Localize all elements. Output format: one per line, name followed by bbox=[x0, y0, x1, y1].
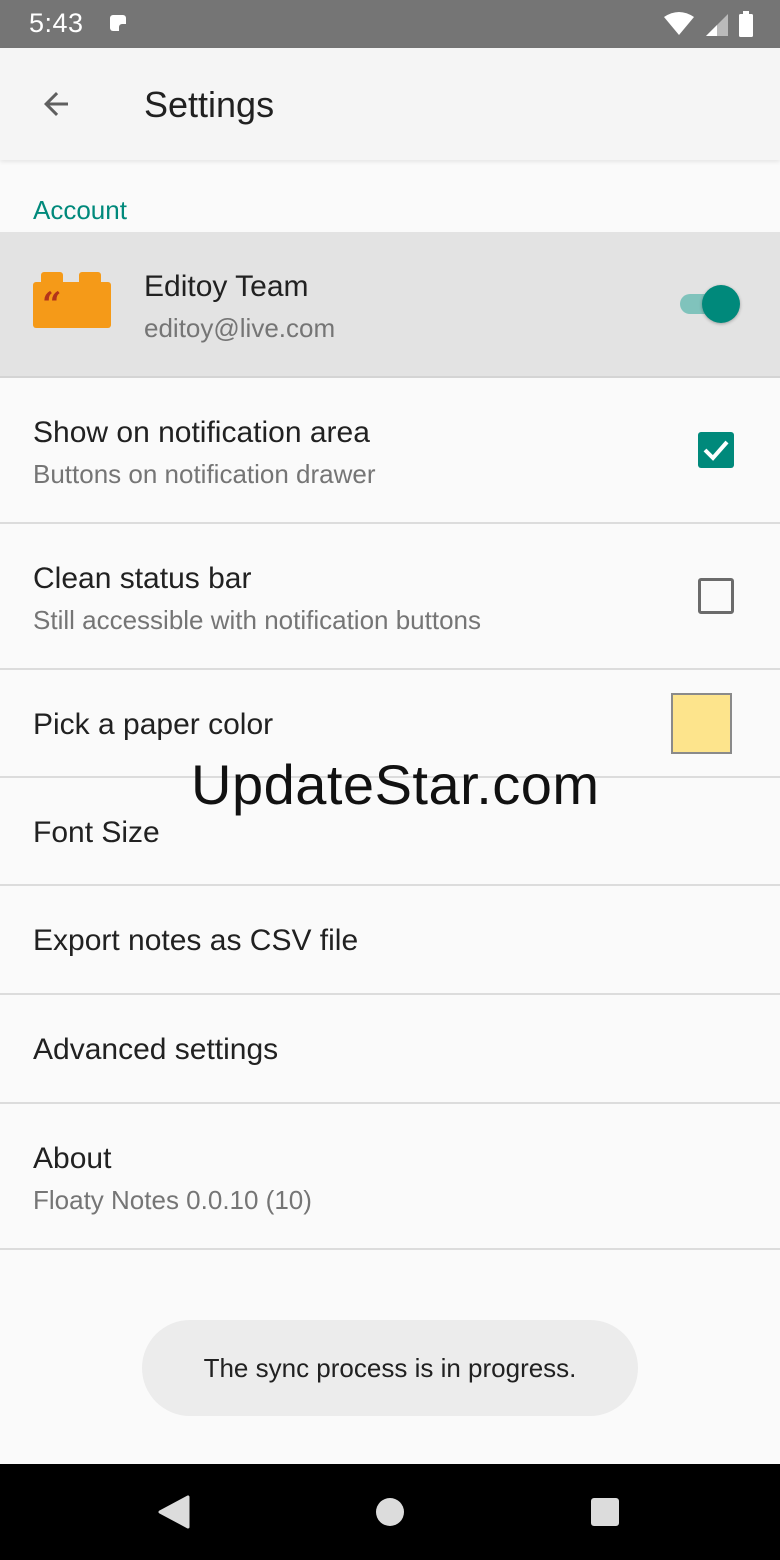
signal-icon bbox=[706, 14, 728, 36]
clean-status-bar-checkbox[interactable] bbox=[698, 578, 734, 614]
circle-home-icon bbox=[376, 1498, 404, 1526]
navigation-bar bbox=[0, 1464, 780, 1560]
setting-subtitle: Still accessible with notification butto… bbox=[33, 605, 482, 635]
back-button[interactable] bbox=[28, 76, 84, 132]
setting-clean-status-bar[interactable]: Clean status bar Still accessible with n… bbox=[0, 524, 780, 670]
square-recents-icon bbox=[591, 1498, 619, 1526]
setting-notification-area[interactable]: Show on notification area Buttons on not… bbox=[0, 378, 780, 524]
status-time: 5:43 bbox=[29, 8, 84, 38]
setting-title: Export notes as CSV file bbox=[33, 924, 359, 957]
setting-title: Pick a paper color bbox=[33, 708, 274, 741]
setting-title: About bbox=[33, 1142, 112, 1175]
setting-export-csv[interactable]: Export notes as CSV file bbox=[0, 886, 780, 995]
nav-back-button[interactable] bbox=[126, 1464, 222, 1560]
account-email: editoy@live.com bbox=[144, 313, 336, 343]
toggle-thumb bbox=[702, 285, 740, 323]
svg-text:“: “ bbox=[42, 285, 62, 325]
wifi-icon bbox=[664, 12, 694, 35]
setting-title: Font Size bbox=[33, 816, 160, 849]
nav-home-button[interactable] bbox=[342, 1464, 438, 1560]
status-icons bbox=[664, 10, 754, 38]
account-sync-toggle[interactable] bbox=[678, 284, 742, 324]
toast-message: The sync process is in progress. bbox=[142, 1320, 638, 1416]
setting-subtitle: Buttons on notification drawer bbox=[33, 459, 376, 489]
battery-icon bbox=[739, 11, 753, 37]
setting-title: Advanced settings bbox=[33, 1033, 279, 1066]
check-icon bbox=[703, 440, 729, 461]
setting-subtitle: Floaty Notes 0.0.10 (10) bbox=[33, 1185, 312, 1215]
setting-about[interactable]: About Floaty Notes 0.0.10 (10) bbox=[0, 1104, 780, 1250]
notification-area-checkbox[interactable] bbox=[698, 432, 734, 468]
setting-title: Clean status bar bbox=[33, 562, 252, 595]
app-bar: Settings bbox=[0, 48, 780, 160]
account-row[interactable]: “ Editoy Team editoy@live.com bbox=[0, 232, 780, 378]
editoy-logo-icon: “ bbox=[33, 272, 111, 328]
status-bar: 5:43 bbox=[0, 0, 780, 48]
setting-advanced[interactable]: Advanced settings bbox=[0, 995, 780, 1104]
setting-title: Show on notification area bbox=[33, 416, 370, 449]
notification-icon bbox=[110, 15, 126, 31]
paper-color-swatch[interactable] bbox=[671, 693, 732, 754]
account-name: Editoy Team bbox=[144, 270, 309, 303]
arrow-back-icon bbox=[44, 92, 68, 116]
watermark: UpdateStar.com bbox=[191, 753, 600, 816]
triangle-back-icon bbox=[158, 1495, 190, 1529]
page-title: Settings bbox=[144, 84, 275, 125]
nav-recents-button[interactable] bbox=[557, 1464, 653, 1560]
section-header-account: Account bbox=[33, 195, 127, 225]
